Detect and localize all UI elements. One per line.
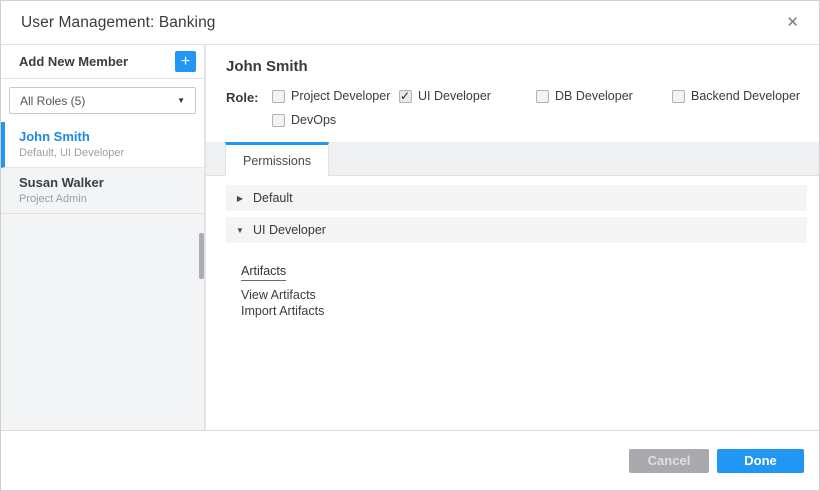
- section-label: UI Developer: [253, 223, 326, 237]
- role-checkbox-ui-developer[interactable]: UI Developer: [399, 89, 536, 103]
- dialog-header: User Management: Banking ✕: [1, 1, 819, 45]
- member-list: John Smith Default, UI Developer Susan W…: [1, 122, 204, 214]
- permission-group-heading: Artifacts: [241, 264, 286, 281]
- section-label: Default: [253, 191, 293, 205]
- close-icon[interactable]: ✕: [782, 11, 803, 34]
- checkbox-checked-icon: [399, 90, 412, 103]
- role-filter-value: All Roles (5): [20, 94, 85, 108]
- member-roles: Project Admin: [19, 193, 190, 205]
- add-member-label: Add New Member: [19, 54, 128, 69]
- tab-permissions[interactable]: Permissions: [225, 142, 329, 176]
- sidebar-scrollbar-thumb[interactable]: [199, 233, 204, 279]
- member-detail-panel: John Smith Role: Project Developer UI De…: [206, 45, 819, 430]
- permission-sections: ▶ Default ▼ UI Developer: [226, 185, 807, 243]
- selected-member-heading: John Smith: [226, 58, 819, 75]
- role-checkbox-grid: Project Developer UI Developer DB Develo…: [272, 89, 800, 103]
- checkbox-icon: [536, 90, 549, 103]
- add-member-button[interactable]: +: [175, 51, 196, 72]
- dialog-body: Add New Member + All Roles (5) ▼ John Sm…: [1, 45, 819, 430]
- user-management-dialog: User Management: Banking ✕ Add New Membe…: [0, 0, 820, 491]
- role-checkbox-backend-developer[interactable]: Backend Developer: [672, 89, 800, 103]
- chevron-down-icon: ▼: [177, 96, 185, 105]
- member-name: Susan Walker: [19, 175, 190, 190]
- done-button[interactable]: Done: [717, 449, 804, 473]
- role-filter-select[interactable]: All Roles (5) ▼: [9, 87, 196, 114]
- checkbox-icon: [672, 90, 685, 103]
- add-member-row: Add New Member +: [1, 45, 204, 79]
- member-name: John Smith: [19, 129, 190, 144]
- role-filter-row: All Roles (5) ▼: [1, 79, 204, 122]
- checkbox-icon: [272, 114, 285, 127]
- checkbox-label: Project Developer: [291, 89, 390, 103]
- chevron-down-icon: ▼: [235, 226, 245, 235]
- role-checkbox-row-2: DevOps: [272, 113, 819, 127]
- role-label: Role:: [226, 89, 272, 105]
- checkbox-label: DevOps: [291, 113, 336, 127]
- member-item-susan-walker[interactable]: Susan Walker Project Admin: [1, 168, 204, 214]
- member-item-john-smith[interactable]: John Smith Default, UI Developer: [1, 122, 204, 168]
- member-roles: Default, UI Developer: [19, 147, 190, 159]
- tab-strip: Permissions: [206, 142, 819, 176]
- member-sidebar: Add New Member + All Roles (5) ▼ John Sm…: [1, 45, 206, 430]
- checkbox-label: DB Developer: [555, 89, 633, 103]
- role-checkbox-db-developer[interactable]: DB Developer: [536, 89, 672, 103]
- permission-item-view-artifacts[interactable]: View Artifacts: [241, 288, 819, 304]
- section-ui-developer[interactable]: ▼ UI Developer: [226, 217, 807, 243]
- chevron-right-icon: ▶: [235, 194, 245, 203]
- section-default[interactable]: ▶ Default: [226, 185, 807, 211]
- checkbox-icon: [272, 90, 285, 103]
- permissions-detail: Artifacts View Artifacts Import Artifact…: [241, 262, 819, 319]
- checkbox-label: UI Developer: [418, 89, 491, 103]
- role-checkbox-project-developer[interactable]: Project Developer: [272, 89, 399, 103]
- role-checkbox-row-1: Role: Project Developer UI Developer DB …: [226, 89, 819, 105]
- checkbox-label: Backend Developer: [691, 89, 800, 103]
- dialog-title: User Management: Banking: [21, 14, 216, 32]
- role-checkbox-devops[interactable]: DevOps: [272, 113, 336, 127]
- permission-item-import-artifacts[interactable]: Import Artifacts: [241, 304, 819, 320]
- cancel-button[interactable]: Cancel: [629, 449, 709, 473]
- dialog-footer: Cancel Done: [1, 430, 819, 490]
